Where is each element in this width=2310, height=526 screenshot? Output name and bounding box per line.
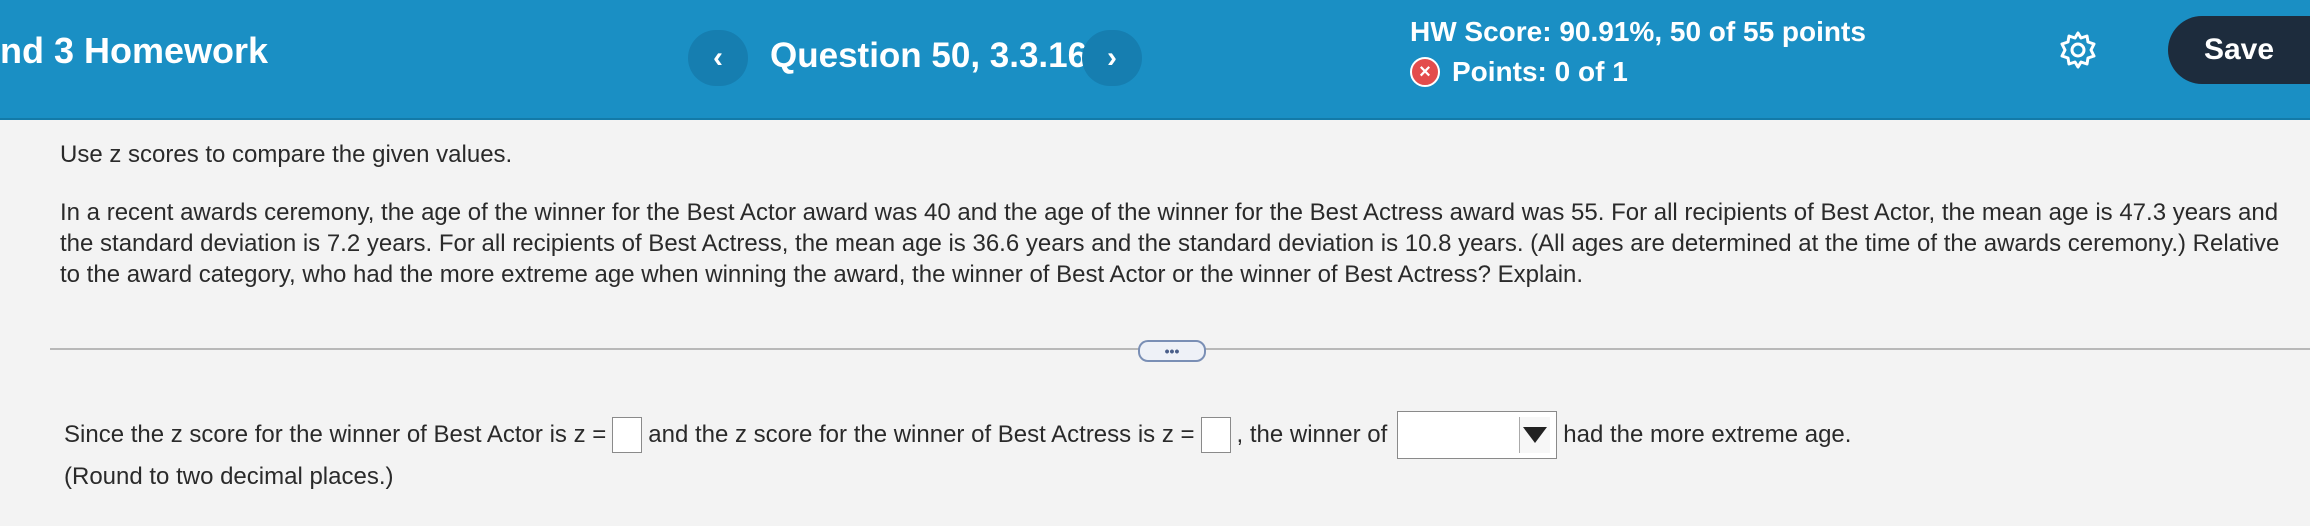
more-button[interactable]: ••• xyxy=(1138,340,1206,362)
answer-text-2: and the z score for the winner of Best A… xyxy=(648,421,1195,448)
winner-dropdown[interactable] xyxy=(1397,411,1558,459)
answer-text-3: , the winner of xyxy=(1236,421,1388,448)
points-status: × Points: 0 of 1 xyxy=(1410,54,1628,90)
actress-z-input[interactable] xyxy=(1200,417,1231,453)
chevron-right-icon: › xyxy=(1107,41,1117,74)
previous-question-button[interactable]: ‹ xyxy=(688,30,748,86)
save-button[interactable]: Save xyxy=(2168,16,2310,84)
rounding-note: (Round to two decimal places.) xyxy=(64,463,394,490)
assignment-title: nd 3 Homework xyxy=(0,30,269,71)
gear-icon[interactable] xyxy=(2058,30,2098,70)
dropdown-arrow-icon xyxy=(1519,417,1551,453)
actor-z-input[interactable] xyxy=(612,417,643,453)
chevron-left-icon: ‹ xyxy=(713,41,723,74)
problem-text: In a recent awards ceremony, the age of … xyxy=(60,199,2280,288)
answer-sentence: Since the z score for the winner of Best… xyxy=(64,411,1852,459)
answer-text-4: had the more extreme age. xyxy=(1563,421,1852,448)
next-question-button[interactable]: › xyxy=(1082,30,1142,86)
incorrect-icon: × xyxy=(1410,57,1440,87)
answer-text-1: Since the z score for the winner of Best… xyxy=(64,421,607,448)
points-label: Points: 0 of 1 xyxy=(1452,56,1628,87)
instruction-text: Use z scores to compare the given values… xyxy=(60,141,513,168)
question-label: Question 50, 3.3.16 xyxy=(770,36,1088,75)
top-bar: nd 3 Homework ‹ Question 50, 3.3.16 › HW… xyxy=(0,0,2310,120)
hw-score: HW Score: 90.91%, 50 of 55 points xyxy=(1410,16,1866,47)
